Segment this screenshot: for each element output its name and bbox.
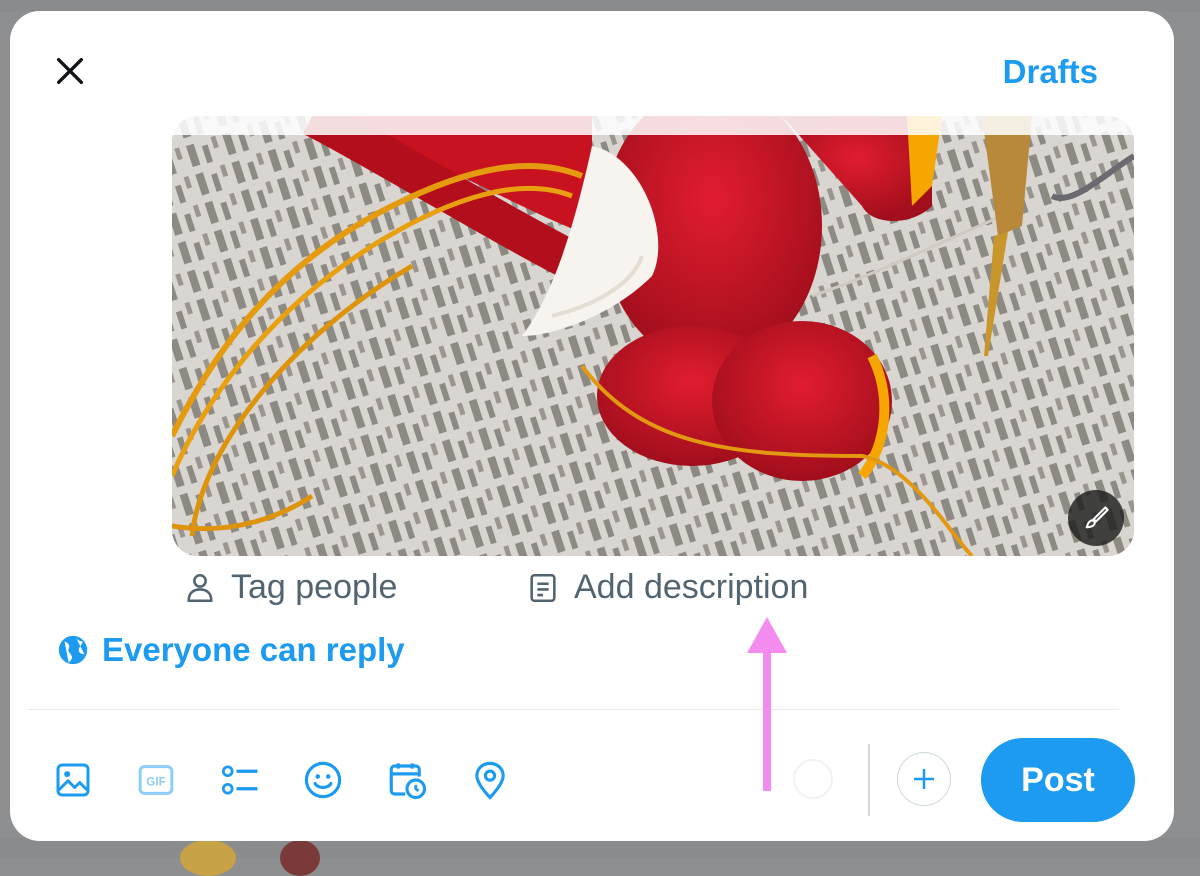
tag-people-button[interactable]: Tag people <box>183 568 397 607</box>
close-icon <box>56 57 84 85</box>
location-icon <box>475 761 505 800</box>
plus-icon <box>914 769 934 789</box>
add-description-button[interactable]: Add description <box>526 568 808 607</box>
add-description-label: Add description <box>574 568 809 606</box>
image-icon <box>56 763 90 797</box>
poll-icon <box>221 765 258 795</box>
avatar <box>280 840 320 876</box>
post-button[interactable]: Post <box>981 738 1135 822</box>
person-icon <box>187 573 213 602</box>
attached-photo <box>172 116 1134 556</box>
compose-dialog: Drafts Tag people Add description Everyo… <box>10 11 1174 841</box>
edit-media-button[interactable] <box>1068 490 1124 546</box>
brush-icon <box>1085 506 1109 529</box>
reply-settings-button[interactable]: Everyone can reply <box>56 631 405 669</box>
tag-people-label: Tag people <box>231 568 398 606</box>
dialog-header: Drafts <box>10 11 1174 135</box>
gif-button[interactable]: GIF <box>131 755 181 805</box>
annotation-arrow <box>747 617 787 791</box>
poll-button[interactable] <box>215 755 265 805</box>
emoji-icon <box>304 761 342 799</box>
document-icon <box>530 573 556 602</box>
character-count-ring <box>793 759 833 799</box>
reply-settings-label: Everyone can reply <box>102 631 405 668</box>
schedule-icon <box>389 763 427 800</box>
close-button[interactable] <box>44 45 96 97</box>
gif-icon: GIF <box>138 765 174 795</box>
schedule-button[interactable] <box>382 755 432 805</box>
add-media-button[interactable] <box>48 755 98 805</box>
globe-icon <box>58 635 88 665</box>
emoji-button[interactable] <box>298 755 348 805</box>
avatar <box>180 840 236 876</box>
toolbar-separator <box>868 744 870 816</box>
add-post-button[interactable] <box>897 752 951 806</box>
svg-text:GIF: GIF <box>146 775 165 788</box>
media-preview <box>172 116 1134 556</box>
divider <box>27 709 1119 710</box>
location-button[interactable] <box>465 755 515 805</box>
drafts-button[interactable]: Drafts <box>1003 53 1098 91</box>
